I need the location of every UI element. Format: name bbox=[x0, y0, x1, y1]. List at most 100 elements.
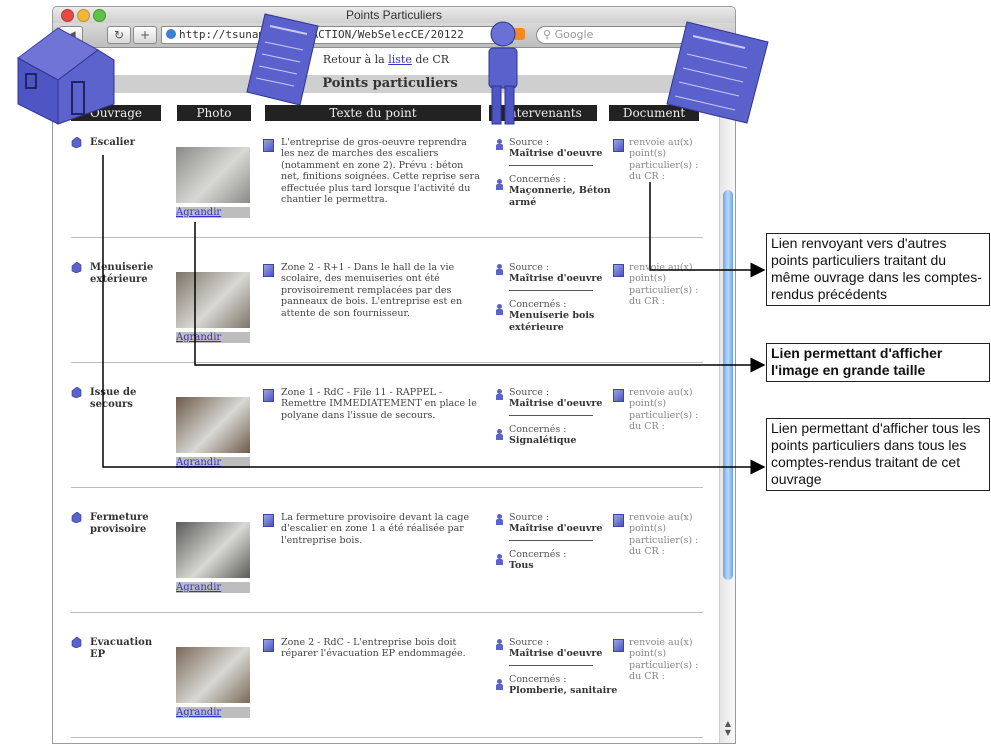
divider bbox=[509, 664, 593, 666]
house-icon bbox=[17, 27, 115, 125]
concernes-value: Maçonnerie, Béton armé bbox=[509, 185, 611, 208]
divider bbox=[509, 164, 593, 166]
document-link[interactable]: renvoie au(x) point(s) particulier(s) : … bbox=[629, 137, 699, 183]
retour-line: Retour à la liste de CR bbox=[53, 53, 719, 66]
window-title: Points Particuliers bbox=[345, 8, 443, 22]
table-row: Escalier Agrandir L'entreprise de gros-oeu… bbox=[71, 137, 703, 262]
source-value: Maîtrise d'oeuvre bbox=[509, 148, 603, 160]
intervenants-cell: Source : Maîtrise d'oeuvre Concernés : Tous bbox=[509, 512, 619, 572]
source-value: Maîtrise d'oeuvre bbox=[509, 398, 603, 410]
intervenants-cell: Source : Maîtrise d'oeuvre Concernés : Plom… bbox=[509, 637, 619, 697]
house-icon bbox=[71, 262, 82, 273]
ouvrage-cell[interactable]: Escalier bbox=[71, 137, 167, 149]
person-icon bbox=[496, 429, 503, 440]
browser-window: Points Particuliers ◀ ↻ + http://tsunami… bbox=[52, 6, 736, 744]
row-divider bbox=[71, 362, 703, 363]
document-icon bbox=[263, 264, 274, 277]
concernes-value: Menuiserie bois extérieure bbox=[509, 310, 595, 333]
row-divider bbox=[71, 237, 703, 238]
person-icon bbox=[496, 679, 503, 690]
concernes-value: Tous bbox=[509, 560, 534, 572]
callout-ouvrage-link: Lien permettant d'afficher tous les poin… bbox=[766, 418, 990, 491]
row-divider bbox=[71, 612, 703, 613]
retour-suffix: de CR bbox=[411, 53, 450, 66]
row-divider bbox=[71, 737, 703, 738]
ouvrage-cell[interactable]: Issue de secours bbox=[71, 387, 167, 411]
concernes-value: Signalétique bbox=[509, 435, 577, 447]
person-icon bbox=[496, 639, 503, 650]
agrandir-link[interactable]: Agrandir bbox=[176, 207, 250, 218]
person-icon bbox=[496, 514, 503, 525]
document-link[interactable]: renvoie au(x) point(s) particulier(s) : … bbox=[629, 262, 699, 308]
person-icon bbox=[496, 179, 503, 190]
point-text: Zone 2 - RdC - L'entreprise bois doit ré… bbox=[281, 637, 466, 660]
house-icon bbox=[71, 137, 82, 148]
person-icon bbox=[496, 304, 503, 315]
search-placeholder: Google bbox=[554, 28, 594, 41]
callout-agrandir-link: Lien permettant d'afficher l'image en gr… bbox=[766, 343, 990, 382]
photo-thumbnail bbox=[176, 147, 250, 203]
divider bbox=[509, 414, 593, 416]
concernes-value: Plomberie, sanitaire bbox=[509, 685, 618, 697]
source-label: Source : bbox=[509, 137, 550, 148]
source-value: Maîtrise d'oeuvre bbox=[509, 648, 603, 660]
ouvrage-link[interactable]: Menuiserie extérieure bbox=[90, 262, 167, 286]
document-icon bbox=[613, 389, 624, 402]
house-icon bbox=[71, 637, 82, 648]
liste-link[interactable]: liste bbox=[388, 53, 412, 66]
scrollbar-thumb[interactable] bbox=[723, 190, 733, 580]
ouvrage-link[interactable]: Escalier bbox=[90, 137, 167, 149]
house-icon bbox=[71, 512, 82, 523]
document-link[interactable]: renvoie au(x) point(s) particulier(s) : … bbox=[629, 387, 699, 433]
table-row: Issue de secours Agrandir Zone 1 - RdC - F… bbox=[71, 387, 703, 512]
divider bbox=[509, 289, 593, 291]
agrandir-link[interactable]: Agrandir bbox=[176, 332, 250, 343]
scroll-arrows[interactable]: ▲ ▼ bbox=[723, 719, 733, 737]
concernes-label: Concernés : bbox=[509, 673, 567, 685]
agrandir-link[interactable]: Agrandir bbox=[176, 582, 250, 593]
source-label: Source : bbox=[509, 387, 550, 398]
document-icon bbox=[666, 21, 769, 124]
source-value: Maîtrise d'oeuvre bbox=[509, 273, 603, 285]
photo-thumbnail bbox=[176, 397, 250, 453]
retour-prefix: Retour à la bbox=[322, 53, 389, 66]
page-content: Retour à la liste de CR Points particuli… bbox=[53, 48, 719, 743]
document-icon bbox=[263, 514, 274, 527]
intervenants-cell: Source : Maîtrise d'oeuvre Concernés : Sign… bbox=[509, 387, 619, 447]
agrandir-link[interactable]: Agrandir bbox=[176, 707, 250, 718]
ouvrage-cell[interactable]: Menuiserie extérieure bbox=[71, 262, 167, 286]
ouvrage-link[interactable]: Issue de secours bbox=[90, 387, 167, 411]
source-label: Source : bbox=[509, 512, 550, 523]
person-icon bbox=[496, 389, 503, 400]
title-bar: Points Particuliers bbox=[53, 7, 735, 23]
ouvrage-link[interactable]: Evacuation EP bbox=[90, 637, 167, 661]
photo-thumbnail bbox=[176, 647, 250, 703]
table-row: Fermeture provisoire Agrandir La fermeture… bbox=[71, 512, 703, 637]
point-text: L'entreprise de gros-oeuvre reprendra le… bbox=[281, 137, 480, 206]
concernes-label: Concernés : bbox=[509, 423, 567, 435]
intervenants-cell: Source : Maîtrise d'oeuvre Concernés : Maço… bbox=[509, 137, 619, 208]
person-icon bbox=[496, 139, 503, 150]
source-value: Maîtrise d'oeuvre bbox=[509, 523, 603, 535]
globe-icon bbox=[166, 29, 176, 39]
agrandir-link[interactable]: Agrandir bbox=[176, 457, 250, 468]
ouvrage-cell[interactable]: Evacuation EP bbox=[71, 637, 167, 661]
document-icon bbox=[263, 139, 274, 152]
document-link[interactable]: renvoie au(x) point(s) particulier(s) : … bbox=[629, 637, 699, 683]
section-title: Points particuliers bbox=[65, 75, 715, 93]
document-icon bbox=[613, 639, 624, 652]
url-field[interactable]: http://tsunami 80/4DACTION/WebSelecCE/20… bbox=[161, 26, 513, 44]
person-icon bbox=[488, 21, 518, 125]
add-bookmark-button[interactable]: + bbox=[133, 26, 157, 44]
vertical-scrollbar[interactable]: ▲ ▼ bbox=[719, 48, 735, 743]
ouvrage-link[interactable]: Fermeture provisoire bbox=[90, 512, 167, 536]
photo-thumbnail bbox=[176, 522, 250, 578]
document-link[interactable]: renvoie au(x) point(s) particulier(s) : … bbox=[629, 512, 699, 558]
row-divider bbox=[71, 487, 703, 488]
concernes-label: Concernés : bbox=[509, 173, 567, 185]
ouvrage-cell[interactable]: Fermeture provisoire bbox=[71, 512, 167, 536]
header-texte: Texte du point bbox=[265, 105, 481, 121]
source-label: Source : bbox=[509, 637, 550, 648]
callout-document-link: Lien renvoyant vers d'autres points part… bbox=[766, 233, 990, 306]
concernes-label: Concernés : bbox=[509, 298, 567, 310]
